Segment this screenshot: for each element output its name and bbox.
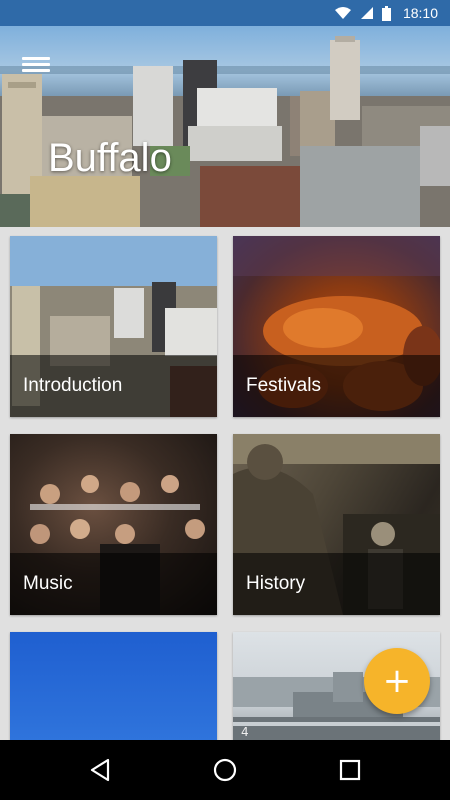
navigation-bar [0,740,450,800]
card-introduction[interactable]: Introduction [10,236,217,417]
hamburger-menu-icon [22,57,50,60]
city-skyline-image [0,36,450,227]
header-image: Buffalo [0,26,450,227]
add-fab-button[interactable]: + [364,648,430,714]
recents-icon[interactable] [336,756,364,784]
wifi-icon [334,7,351,19]
status-icons: 18:10 [334,4,438,22]
menu-button[interactable] [22,54,50,76]
home-icon[interactable] [211,756,239,784]
status-time: 18:10 [402,5,438,21]
status-bar: 18:10 [0,0,450,26]
card-history[interactable]: History [233,434,440,615]
plus-icon: + [382,661,412,701]
signal-icon [360,7,373,19]
page-title: Buffalo [48,136,172,180]
svg-text:4: 4 [241,725,249,739]
card-music[interactable]: Music [10,434,217,615]
back-icon[interactable] [86,756,114,784]
card-label: Introduction [23,375,123,396]
card-label: Music [23,573,73,594]
battery-icon [381,5,391,21]
card-label: Festivals [246,375,321,396]
card-sky[interactable] [10,632,217,740]
card-label: History [246,573,306,594]
card-festivals[interactable]: Festivals [233,236,440,417]
